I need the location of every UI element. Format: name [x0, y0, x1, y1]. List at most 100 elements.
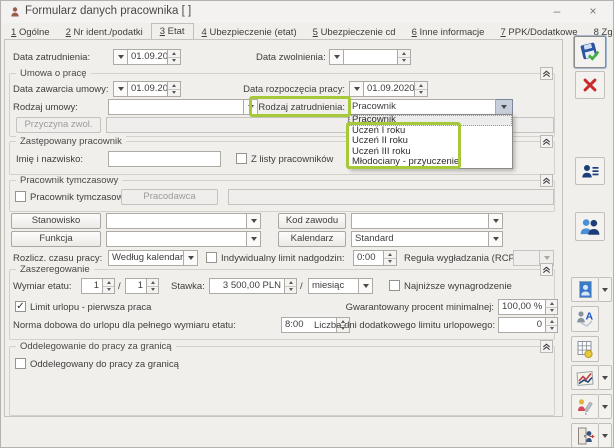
liczba-dni-value[interactable]: 0: [498, 317, 546, 333]
salary-chart-menu-arrow[interactable]: [599, 365, 612, 390]
chevron-down-icon[interactable]: [247, 213, 261, 229]
employment-exit-menu-arrow[interactable]: [599, 423, 612, 448]
kalendarz-button[interactable]: Kalendarz: [278, 231, 346, 247]
chevron-down-icon[interactable]: [247, 231, 261, 247]
employees-list-button[interactable]: [575, 212, 605, 241]
employee-photo-menu-arrow[interactable]: [599, 277, 612, 302]
rodzaj-umowy-value[interactable]: [108, 99, 244, 115]
employee-update-button[interactable]: [571, 394, 599, 419]
collapse-umowa-button[interactable]: [540, 67, 553, 80]
limit-nadgodzin-checkbox[interactable]: [206, 252, 217, 263]
employment-exit-button[interactable]: [571, 423, 599, 448]
group-tymczasowy-title: Pracownik tymczasowy: [16, 175, 122, 186]
tab-etat[interactable]: 3 Etat: [151, 23, 194, 39]
annotation-button[interactable]: A: [571, 306, 599, 332]
collapse-zaszeregowanie-button[interactable]: [540, 263, 553, 276]
double-chevron-up-icon: [542, 137, 551, 146]
number-spinner[interactable]: [285, 278, 297, 294]
tab-nr-ident[interactable]: 2 Nr ident./podatki: [58, 25, 151, 39]
okres-value[interactable]: miesiąc: [308, 278, 359, 294]
wymiar-etatu-label: Wymiar etatu:: [13, 281, 72, 292]
collapse-zastepowany-button[interactable]: [540, 135, 553, 148]
chevron-down-icon[interactable]: [359, 278, 373, 294]
pracownik-tymczasowy-checkbox[interactable]: [15, 191, 26, 202]
person-form-icon: [10, 6, 22, 18]
funkcja-value[interactable]: [106, 231, 247, 247]
number-spinner[interactable]: [546, 299, 558, 315]
data-zwolnienia-value[interactable]: [343, 49, 398, 65]
salary-chart-button[interactable]: [571, 365, 599, 390]
employee-update-menu-arrow[interactable]: [599, 394, 612, 419]
tab-strip: 1 Ogólne 2 Nr ident./podatki 3 Etat 4 Ub…: [3, 23, 614, 39]
data-rozpoczecia-field: 01.09.2020: [349, 81, 428, 97]
tab-ubezpieczenie-cd[interactable]: 5 Ubezpieczenie cd: [305, 25, 404, 39]
calendar-dropdown-icon[interactable]: [113, 49, 127, 65]
najnizsze-wynagrodzenie-checkbox[interactable]: [389, 280, 400, 291]
date-spinner[interactable]: [398, 49, 411, 65]
kalendarz-value[interactable]: Standard: [351, 231, 489, 247]
oddelegowany-label: Oddelegowany do pracy za granicą: [30, 359, 179, 370]
collapse-tymczasowy-button[interactable]: [540, 174, 553, 187]
pracodawca-value[interactable]: [228, 189, 554, 205]
date-spinner[interactable]: [168, 49, 181, 65]
rodzaj-umowy-label: Rodzaj umowy:: [13, 102, 78, 113]
chevron-down-icon[interactable]: [184, 250, 198, 266]
save-button[interactable]: [574, 36, 606, 68]
number-spinner[interactable]: [103, 278, 115, 294]
liczba-dni-field: 0: [498, 317, 558, 333]
wymiar-etatu-2-value[interactable]: 1: [125, 278, 147, 294]
chevron-down-icon[interactable]: [489, 213, 503, 229]
person-pencil-icon: [575, 397, 595, 417]
person-letter-a-icon: A: [575, 309, 595, 329]
rozliczenie-label: Rozlicz. czasu pracy:: [13, 253, 102, 264]
kod-zawodu-button[interactable]: Kod zawodu: [278, 213, 346, 229]
pracodawca-button[interactable]: Pracodawca: [121, 189, 218, 205]
data-rozpoczecia-value[interactable]: 01.09.2020: [363, 81, 415, 97]
stanowisko-value[interactable]: [106, 213, 247, 229]
rozliczenie-value[interactable]: Według kalendarza: [108, 250, 184, 266]
tab-ogolne[interactable]: 1 Ogólne: [3, 25, 58, 39]
collapse-oddelegowanie-button[interactable]: [540, 340, 553, 353]
chevron-down-icon[interactable]: [489, 231, 503, 247]
data-zawarcia-value[interactable]: 01.09.2020: [127, 81, 168, 97]
calendar-dropdown-icon[interactable]: [329, 49, 343, 65]
wymiar-etatu-1-value[interactable]: 1: [81, 278, 103, 294]
cancel-button[interactable]: [575, 71, 605, 99]
stanowisko-button[interactable]: Stanowisko: [11, 213, 101, 229]
przyczyna-zwolnienia-button[interactable]: Przyczyna zwol.: [16, 117, 101, 133]
work-plan-button[interactable]: [571, 336, 599, 362]
kod-zawodu-value[interactable]: [351, 213, 489, 229]
employee-card-button[interactable]: [575, 157, 605, 185]
tab-ppk-dodatkowe[interactable]: 7 PPK/Dodatkowe: [492, 25, 585, 39]
number-spinner[interactable]: [546, 317, 558, 333]
limit-urlopu-checkbox[interactable]: ✓: [15, 301, 26, 312]
regula-rcp-value[interactable]: [513, 250, 540, 266]
rodzaj-zatrudnienia-value[interactable]: Pracownik: [348, 99, 496, 115]
close-button[interactable]: ×: [581, 2, 605, 21]
funkcja-button[interactable]: Funkcja: [11, 231, 101, 247]
stanowisko-combo: [106, 213, 261, 229]
date-spinner[interactable]: [168, 81, 181, 97]
minimize-button[interactable]: –: [545, 2, 569, 21]
limit-nadgodzin-value[interactable]: 0:00: [353, 250, 384, 266]
rozliczenie-combo: Według kalendarza: [108, 250, 198, 266]
group-umowa-title: Umowa o pracę: [16, 68, 91, 79]
calendar-dropdown-icon[interactable]: [349, 81, 363, 97]
tab-inne-informacje[interactable]: 6 Inne informacje: [404, 25, 493, 39]
stawka-value[interactable]: 3 500,00 PLN: [209, 278, 285, 294]
oddelegowany-checkbox[interactable]: [15, 358, 26, 369]
gwarantowany-value[interactable]: 100,00 %: [498, 299, 546, 315]
chevron-down-icon[interactable]: [496, 99, 513, 115]
data-zatrudnienia-value[interactable]: 01.09.2020: [127, 49, 168, 65]
imie-nazwisko-value[interactable]: [108, 151, 221, 167]
employee-photo-button[interactable]: [571, 277, 599, 302]
number-spinner[interactable]: [147, 278, 159, 294]
time-spinner[interactable]: [384, 250, 397, 266]
calendar-dropdown-icon[interactable]: [113, 81, 127, 97]
z-listy-checkbox[interactable]: [236, 153, 247, 164]
slash-separator: /: [118, 281, 121, 292]
person-with-list-icon: [580, 161, 600, 181]
floppy-disk-green-check-icon: [578, 40, 602, 64]
tab-ubezpieczenie-etat[interactable]: 4 Ubezpieczenie (etat): [194, 25, 305, 39]
date-spinner[interactable]: [415, 81, 428, 97]
